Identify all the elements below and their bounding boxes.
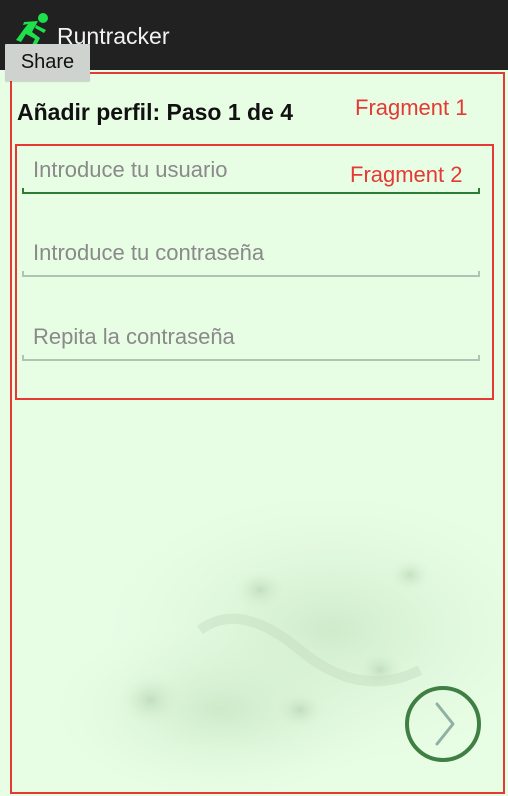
running-person-icon	[16, 13, 48, 46]
step-title: Añadir perfil: Paso 1 de 4	[17, 99, 294, 125]
share-button[interactable]: Share	[5, 44, 90, 81]
repeat-password-field[interactable]	[22, 317, 480, 361]
username-underline	[22, 188, 480, 194]
username-input[interactable]	[22, 150, 480, 190]
username-field[interactable]	[22, 150, 480, 194]
repeat-password-input[interactable]	[22, 317, 480, 357]
repeat-password-underline	[22, 355, 480, 361]
fragment-1-label: Fragment 1	[355, 95, 468, 120]
next-button[interactable]	[405, 686, 481, 762]
chevron-right-icon	[435, 702, 455, 746]
password-input[interactable]	[22, 233, 480, 273]
password-underline	[22, 271, 480, 277]
password-field[interactable]	[22, 233, 480, 277]
